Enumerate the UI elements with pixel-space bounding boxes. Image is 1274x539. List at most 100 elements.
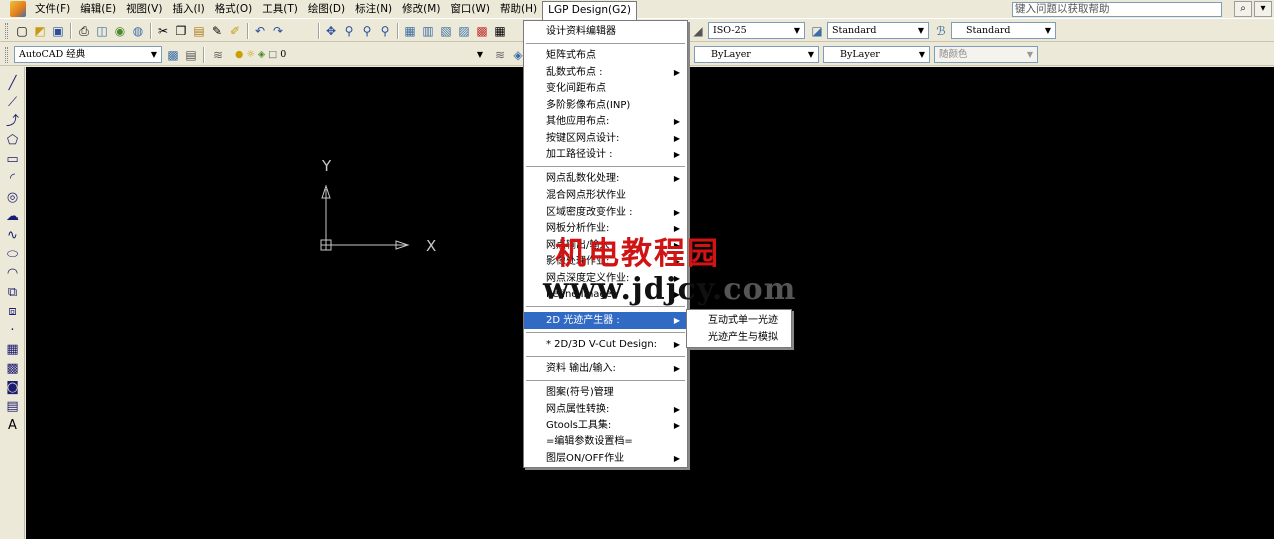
hatch-icon[interactable]: ▦ [4, 341, 21, 358]
make-block-icon[interactable]: ⧈ [4, 303, 21, 320]
menu-item-toolpath-design[interactable]: 加工路径设计 : ▶ [524, 147, 687, 162]
chevron-down-icon[interactable]: ▼ [1042, 24, 1054, 37]
menu-item-dot-attribute[interactable]: 网点属性转换: ▶ [524, 402, 687, 417]
block-editor-icon[interactable]: ✐ [227, 23, 243, 39]
menu-item-other-layout[interactable]: 其他应用布点: ▶ [524, 114, 687, 129]
textstyle-icon[interactable]: ◪ [809, 23, 825, 39]
publish-icon[interactable]: ◉ [112, 23, 128, 39]
workspace-save-icon[interactable]: ▤ [183, 47, 199, 63]
chevron-down-icon[interactable]: ▼ [805, 48, 817, 61]
point-icon[interactable]: · [4, 322, 21, 339]
autocad-logo-icon[interactable] [10, 1, 26, 17]
make-layer-current-icon[interactable]: ≋ [492, 47, 508, 63]
layer-lock-icon[interactable]: ◈ [258, 49, 265, 60]
match-properties-icon[interactable]: ✎ [209, 23, 225, 39]
menu-item-random-layout[interactable]: 乱数式布点 : ▶ [524, 65, 687, 80]
rectangle-icon[interactable]: ▭ [4, 151, 21, 168]
tablestyle-select[interactable]: Standard ▼ [951, 22, 1056, 39]
design-center-panel-icon[interactable]: ▥ [420, 23, 436, 39]
cut-icon[interactable]: ✂ [155, 23, 171, 39]
menu-view[interactable]: 视图(V) [121, 1, 167, 18]
tool-palettes-icon[interactable]: ▧ [438, 23, 454, 39]
undo-icon[interactable]: ↶ [252, 23, 268, 39]
menu-item-design-data-editor[interactable]: 设计资料编辑器 [524, 24, 687, 39]
ellipse-arc-icon[interactable]: ◠ [4, 265, 21, 282]
region-icon[interactable]: ◙ [4, 379, 21, 396]
menu-item-multilevel-image[interactable]: 多阶影像布点(INP) [524, 98, 687, 113]
insert-block-icon[interactable]: ⧉ [4, 284, 21, 301]
submenu-item-light-simulation[interactable]: 光迹产生与模拟 [687, 329, 791, 346]
toolbar-grip[interactable] [5, 23, 8, 39]
menu-lgp-design[interactable]: LGP Design(G2) [542, 0, 638, 20]
arc-icon[interactable]: ◜ [4, 170, 21, 187]
menu-item-matrix-layout[interactable]: 矩阵式布点 [524, 48, 687, 63]
menu-edit[interactable]: 编辑(E) [75, 1, 121, 18]
dimstyle-select[interactable]: ISO-25 ▼ [708, 22, 805, 39]
toolbar-grip[interactable] [5, 47, 8, 63]
plot-preview-icon[interactable]: ◫ [94, 23, 110, 39]
redo-icon[interactable]: ↷ [270, 23, 286, 39]
minimize-icon[interactable]: ▾ [1254, 1, 1272, 17]
markup-icon[interactable]: ▩ [474, 23, 490, 39]
layer-on-icon[interactable]: ● [235, 49, 243, 60]
menu-item-mixed-shapes[interactable]: 混合网点形状作业 [524, 188, 687, 203]
zoom-realtime-icon[interactable]: ⚲ [341, 23, 357, 39]
new-file-icon[interactable]: ▢ [14, 23, 30, 39]
search-icon[interactable]: ⌕ [1234, 1, 1252, 17]
menu-file[interactable]: 文件(F) [30, 1, 75, 18]
layer-freeze-icon[interactable]: ☼ [246, 49, 255, 60]
chevron-down-icon[interactable]: ▼ [915, 24, 927, 37]
menu-item-pattern-manager[interactable]: 图案(符号)管理 [524, 385, 687, 400]
save-icon[interactable]: ▣ [50, 23, 66, 39]
zoom-window-icon[interactable]: ⚲ [359, 23, 375, 39]
lineweight-select[interactable]: ByLayer ▼ [823, 46, 930, 63]
chevron-down-icon[interactable]: ▼ [916, 48, 928, 61]
chevron-down-icon[interactable]: ▼ [791, 24, 803, 37]
layer-select[interactable]: ● ☼ ◈ □ 0 ▼ [230, 46, 488, 63]
sheet-set-icon[interactable]: ▨ [456, 23, 472, 39]
multiline-text-icon[interactable]: A [4, 417, 21, 434]
open-folder-icon[interactable]: ◩ [32, 23, 48, 39]
help-search-input[interactable]: 键入问题以获取帮助 [1012, 2, 1222, 17]
menu-item-2d-light-generator[interactable]: 2D 光迹产生器 : ▶ [524, 312, 687, 329]
design-center-icon[interactable]: ◍ [130, 23, 146, 39]
menu-insert[interactable]: 插入(I) [167, 1, 209, 18]
menu-format[interactable]: 格式(O) [210, 1, 257, 18]
menu-modify[interactable]: 修改(M) [397, 1, 445, 18]
copy-icon[interactable]: ❐ [173, 23, 189, 39]
menu-item-dot-randomize[interactable]: 网点乱数化处理: ▶ [524, 171, 687, 186]
workspace-select[interactable]: AutoCAD 经典 ▼ [14, 46, 162, 63]
revision-cloud-icon[interactable]: ☁ [4, 208, 21, 225]
circle-icon[interactable]: ◎ [4, 189, 21, 206]
gradient-icon[interactable]: ▩ [4, 360, 21, 377]
tablestyle-icon[interactable]: ℬ [933, 23, 949, 39]
menu-tools[interactable]: 工具(T) [257, 1, 303, 18]
properties-icon[interactable]: ▦ [402, 23, 418, 39]
menu-dimension[interactable]: 标注(N) [350, 1, 397, 18]
spline-icon[interactable]: ∿ [4, 227, 21, 244]
dimstyle-icon[interactable]: ◢ [690, 23, 706, 39]
textstyle-select[interactable]: Standard ▼ [827, 22, 929, 39]
print-icon[interactable]: ⎙ [76, 23, 92, 39]
menu-item-layer-onoff[interactable]: 图层ON/OFF作业 ▶ [524, 451, 687, 466]
menu-item-variable-spacing[interactable]: 变化间距布点 [524, 81, 687, 96]
polygon-icon[interactable]: ⬠ [4, 132, 21, 149]
menu-item-gtools[interactable]: Gtools工具集: ▶ [524, 418, 687, 433]
menu-draw[interactable]: 绘图(D) [303, 1, 350, 18]
menu-window[interactable]: 窗口(W) [445, 1, 495, 18]
menu-item-keypad-design[interactable]: 按键区网点设计: ▶ [524, 131, 687, 146]
paste-icon[interactable]: ▤ [191, 23, 207, 39]
menu-item-data-io[interactable]: 资料 输出/输入: ▶ [524, 361, 687, 376]
submenu-item-interactive-single-light[interactable]: 互动式单一光迹 [687, 312, 791, 329]
chevron-down-icon[interactable]: ▼ [474, 48, 486, 61]
menu-item-edit-params[interactable]: =编辑参数设置档= [524, 434, 687, 449]
line-icon[interactable]: ╱ [4, 75, 21, 92]
menu-item-vcut-design[interactable]: * 2D/3D V-Cut Design: ▶ [524, 337, 687, 352]
zoom-previous-icon[interactable]: ⚲ [377, 23, 393, 39]
layer-manager-icon[interactable]: ≋ [210, 47, 226, 63]
menu-help[interactable]: 帮助(H) [495, 1, 542, 18]
construction-line-icon[interactable]: ⟋ [4, 94, 21, 111]
table-icon[interactable]: ▤ [4, 398, 21, 415]
chevron-down-icon[interactable]: ▼ [148, 48, 160, 61]
pan-icon[interactable]: ✥ [323, 23, 339, 39]
